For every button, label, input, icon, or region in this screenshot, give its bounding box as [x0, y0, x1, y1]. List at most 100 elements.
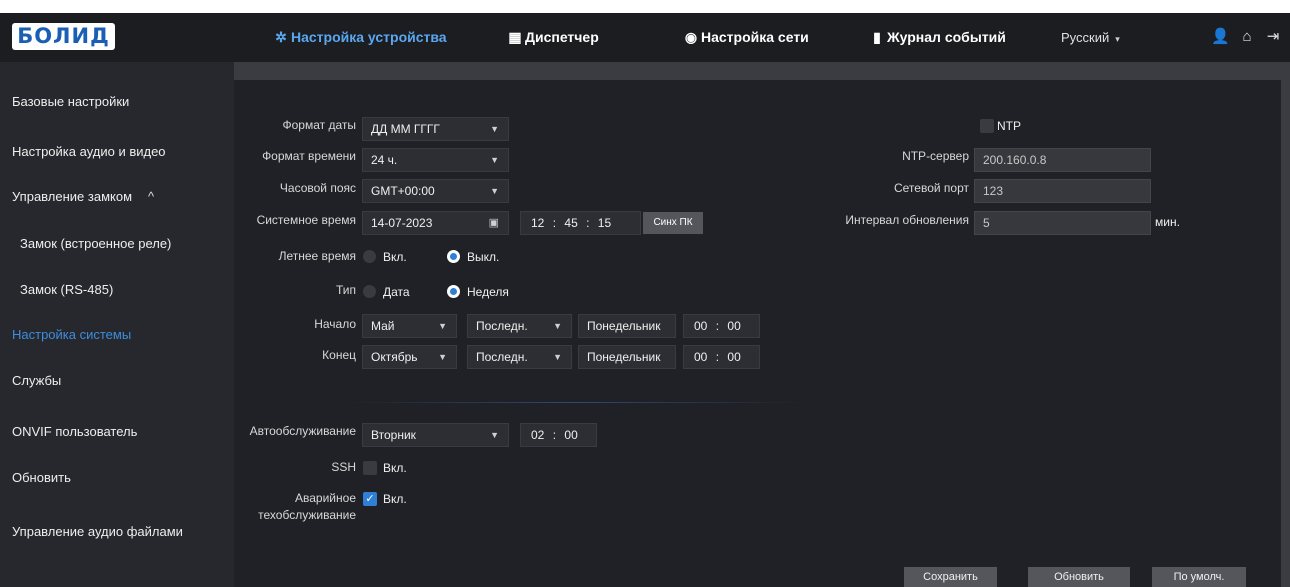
start-week-value: Последн.: [476, 319, 528, 333]
ntp-interval-label: Интервал обновления: [845, 213, 969, 227]
end-week-select[interactable]: Последн. ▼: [467, 345, 572, 369]
sidebar-item-basic[interactable]: Базовые настройки: [12, 94, 129, 109]
sidebar-item-update[interactable]: Обновить: [12, 470, 71, 485]
chevron-down-icon: ▾: [1115, 34, 1120, 44]
system-time-input[interactable]: 12 : 45 : 15: [520, 211, 641, 235]
type-date-radio[interactable]: [363, 285, 376, 298]
sidebar-item-lock-relay[interactable]: Замок (встроенное реле): [20, 236, 171, 251]
start-time-input[interactable]: 00 : 00: [683, 314, 760, 338]
ssh-checkbox[interactable]: [363, 461, 377, 475]
sidebar-item-lock-control[interactable]: Управление замком ^: [12, 189, 154, 204]
date-format-value: ДД ММ ГГГГ: [371, 122, 440, 136]
ntp-server-input[interactable]: 200.160.0.8: [974, 148, 1151, 172]
start-minutes-value: 00: [727, 319, 741, 333]
ntp-interval-input[interactable]: 5: [974, 211, 1151, 235]
nav-label: Настройка сети: [701, 29, 809, 45]
dropdown-arrow-icon: ▼: [490, 186, 499, 196]
dropdown-arrow-icon: ▼: [553, 321, 562, 331]
timezone-label: Часовой пояс: [279, 181, 356, 195]
nav-event-log[interactable]: ▮ Журнал событий: [868, 13, 1006, 62]
am-minutes-value: 00: [564, 428, 578, 442]
dropdown-arrow-icon: ▼: [438, 321, 447, 331]
dropdown-arrow-icon: ▼: [490, 430, 499, 440]
system-date-input[interactable]: 14-07-2023 ▣: [362, 211, 509, 235]
system-time-label: Системное время: [256, 213, 356, 227]
end-minutes-value: 00: [727, 350, 741, 364]
user-icon[interactable]: 👤: [1211, 28, 1230, 46]
auto-maintenance-label: Автообслуживание: [249, 424, 356, 438]
gear-icon: ✲: [275, 29, 287, 45]
date-format-select[interactable]: ДД ММ ГГГГ ▼: [362, 117, 509, 141]
ntp-checkbox[interactable]: [980, 119, 994, 133]
end-label: Конец: [322, 348, 356, 362]
timezone-select[interactable]: GMT+00:00 ▼: [362, 179, 509, 203]
globe-icon: ◉: [684, 29, 698, 45]
home-icon[interactable]: ⌂: [1238, 28, 1256, 46]
time-separator: :: [552, 428, 557, 442]
time-format-label: Формат времени: [262, 149, 356, 163]
chevron-up-icon: ^: [148, 189, 155, 204]
dst-label: Летнее время: [278, 249, 356, 263]
start-label: Начало: [314, 317, 356, 331]
dst-off-radio[interactable]: [447, 250, 460, 263]
checkmark-icon: ✓: [365, 493, 375, 505]
end-month-value: Октябрь: [371, 350, 418, 364]
sidebar-item-lock-rs485[interactable]: Замок (RS-485): [20, 282, 113, 297]
nav-label: Настройка устройства: [291, 29, 447, 45]
save-button[interactable]: Сохранить: [904, 567, 997, 587]
emergency-label-line2: техобслуживание: [258, 508, 356, 522]
auto-maintenance-time-input[interactable]: 02 : 00: [520, 423, 597, 447]
sidebar-item-onvif-user[interactable]: ONVIF пользователь: [12, 424, 137, 439]
time-separator: :: [552, 216, 557, 230]
sidebar-item-audio-video[interactable]: Настройка аудио и видео: [12, 144, 166, 159]
section-divider: [344, 402, 806, 403]
dropdown-arrow-icon: ▼: [490, 155, 499, 165]
ntp-server-label: NTP-сервер: [902, 149, 969, 163]
am-hours-value: 02: [531, 428, 545, 442]
logo-text: БОЛИД: [17, 24, 110, 48]
calendar-icon[interactable]: ▣: [489, 212, 499, 234]
type-week-radio[interactable]: [447, 285, 460, 298]
ntp-interval-unit: мин.: [1155, 215, 1180, 229]
emergency-checkbox[interactable]: ✓: [363, 492, 377, 506]
sidebar-item-services[interactable]: Службы: [12, 373, 61, 388]
sidebar-item-system-settings[interactable]: Настройка системы: [12, 327, 131, 342]
end-hours-value: 00: [694, 350, 708, 364]
start-month-select[interactable]: Май ▼: [362, 314, 457, 338]
logout-icon[interactable]: ⇥: [1264, 28, 1282, 46]
auto-maintenance-day-value: Вторник: [371, 428, 416, 442]
language-select[interactable]: Русский ▾: [1061, 13, 1120, 62]
start-week-select[interactable]: Последн. ▼: [467, 314, 572, 338]
time-format-select[interactable]: 24 ч. ▼: [362, 148, 509, 172]
start-day-select[interactable]: Понедельник: [578, 314, 676, 338]
refresh-button[interactable]: Обновить: [1028, 567, 1130, 587]
sidebar-item-audio-files[interactable]: Управление аудио файлами: [12, 524, 183, 539]
ntp-port-input[interactable]: 123: [974, 179, 1151, 203]
system-date-value: 14-07-2023: [371, 216, 433, 230]
auto-maintenance-day-select[interactable]: Вторник ▼: [362, 423, 509, 447]
time-separator: :: [586, 216, 590, 230]
type-label: Тип: [335, 283, 356, 297]
timezone-value: GMT+00:00: [371, 184, 435, 198]
nav-network-settings[interactable]: ◉ Настройка сети: [682, 13, 809, 62]
top-bar: БОЛИД ✲ Настройка устройства ▦ Диспетчер ◉…: [0, 13, 1290, 62]
dst-on-radio[interactable]: [363, 250, 376, 263]
language-value: Русский: [1061, 30, 1110, 45]
nav-dispatcher[interactable]: ▦ Диспетчер: [506, 13, 598, 62]
end-month-select[interactable]: Октябрь ▼: [362, 345, 457, 369]
sync-pc-button[interactable]: Синх ПК: [643, 212, 703, 234]
seconds-value: 15: [597, 216, 612, 230]
dst-off-label: Выкл.: [467, 250, 500, 264]
ssh-option-label: Вкл.: [383, 461, 407, 475]
end-week-value: Последн.: [476, 350, 528, 364]
time-separator: :: [715, 350, 720, 364]
end-day-select[interactable]: Понедельник: [578, 345, 676, 369]
nav-device-settings[interactable]: ✲ Настройка устройства: [272, 13, 447, 62]
log-icon: ▮: [873, 29, 881, 45]
emergency-label-line1: Аварийное: [295, 491, 356, 505]
end-time-input[interactable]: 00 : 00: [683, 345, 760, 369]
dropdown-arrow-icon: ▼: [438, 352, 447, 362]
bolid-logo[interactable]: БОЛИД: [12, 23, 115, 50]
grid-icon: ▦: [508, 29, 522, 45]
default-button[interactable]: По умолч.: [1152, 567, 1246, 587]
